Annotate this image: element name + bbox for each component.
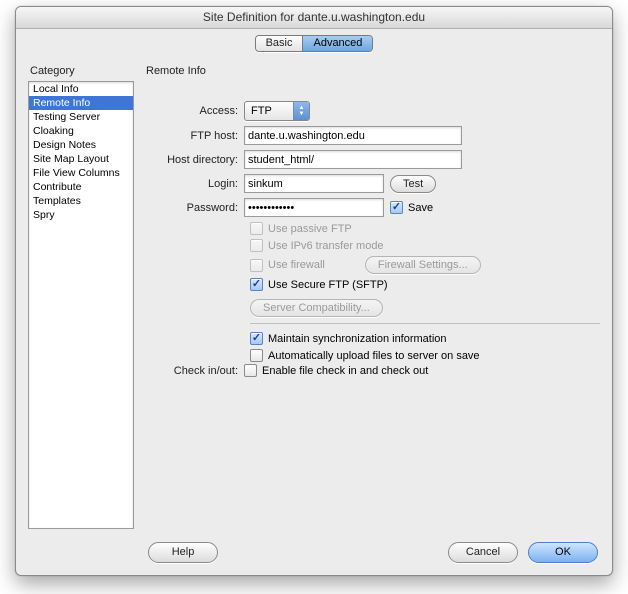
ftp-host-input[interactable] — [244, 126, 462, 145]
test-button[interactable]: Test — [390, 175, 436, 193]
use-sftp-label: Use Secure FTP (SFTP) — [268, 279, 388, 291]
panel-heading: Remote Info — [144, 63, 600, 81]
category-item[interactable]: Remote Info — [29, 96, 133, 110]
category-column: Category Local InfoRemote InfoTesting Se… — [28, 63, 134, 529]
host-directory-input[interactable] — [244, 150, 462, 169]
save-password-checkbox[interactable]: Save — [390, 201, 433, 214]
login-input[interactable] — [244, 174, 384, 193]
category-list[interactable]: Local InfoRemote InfoTesting ServerCloak… — [28, 81, 134, 529]
ipv6-checkbox: Use IPv6 transfer mode — [250, 239, 600, 252]
access-select-value: FTP — [245, 105, 293, 117]
label-ftp-host: FTP host: — [144, 130, 244, 142]
passive-ftp-checkbox: Use passive FTP — [250, 222, 600, 235]
passive-ftp-label: Use passive FTP — [268, 223, 352, 235]
use-firewall-checkbox: Use firewall — [250, 259, 325, 272]
save-password-label: Save — [408, 202, 433, 214]
firewall-settings-button: Firewall Settings... — [365, 256, 481, 274]
enable-checkinout-label: Enable file check in and check out — [262, 365, 428, 377]
label-password: Password: — [144, 202, 244, 214]
help-button[interactable]: Help — [148, 542, 218, 563]
button-bar: Help Cancel OK — [16, 529, 612, 575]
panel-column: Remote Info Access: FTP ▲▼ FTP host: — [144, 63, 600, 529]
use-firewall-label: Use firewall — [268, 259, 325, 271]
maintain-sync-checkbox[interactable]: Maintain synchronization information — [250, 332, 600, 345]
password-input[interactable] — [244, 198, 384, 217]
label-login: Login: — [144, 178, 244, 190]
ok-button[interactable]: OK — [528, 542, 598, 563]
category-item[interactable]: Design Notes — [29, 138, 133, 152]
server-compatibility-button: Server Compatibility... — [250, 299, 383, 317]
category-item[interactable]: Contribute — [29, 180, 133, 194]
use-sftp-checkbox[interactable]: Use Secure FTP (SFTP) — [250, 278, 600, 291]
label-access: Access: — [144, 105, 244, 117]
divider — [250, 323, 600, 324]
enable-checkinout-checkbox[interactable]: Enable file check in and check out — [244, 364, 428, 377]
category-item[interactable]: Site Map Layout — [29, 152, 133, 166]
access-select[interactable]: FTP ▲▼ — [244, 101, 310, 121]
tab-basic[interactable]: Basic — [256, 36, 303, 51]
select-arrows-icon: ▲▼ — [293, 102, 309, 120]
ipv6-label: Use IPv6 transfer mode — [268, 240, 384, 252]
dialog-body: Category Local InfoRemote InfoTesting Se… — [16, 57, 612, 529]
auto-upload-checkbox[interactable]: Automatically upload files to server on … — [250, 349, 600, 362]
auto-upload-label: Automatically upload files to server on … — [268, 350, 480, 362]
window-title: Site Definition for dante.u.washington.e… — [16, 7, 612, 29]
category-item[interactable]: Templates — [29, 194, 133, 208]
tab-segmented-control: Basic Advanced — [255, 35, 374, 52]
tab-bar: Basic Advanced — [16, 29, 612, 57]
category-item[interactable]: Spry — [29, 208, 133, 222]
category-item[interactable]: Local Info — [29, 82, 133, 96]
maintain-sync-label: Maintain synchronization information — [268, 333, 447, 345]
label-checkinout: Check in/out: — [144, 365, 244, 377]
cancel-button[interactable]: Cancel — [448, 542, 518, 563]
category-heading: Category — [28, 63, 134, 81]
category-item[interactable]: Cloaking — [29, 124, 133, 138]
tab-advanced[interactable]: Advanced — [302, 36, 372, 51]
category-item[interactable]: Testing Server — [29, 110, 133, 124]
dialog-window: Site Definition for dante.u.washington.e… — [15, 6, 613, 576]
form-area: Access: FTP ▲▼ FTP host: Host d — [144, 81, 600, 382]
category-item[interactable]: File View Columns — [29, 166, 133, 180]
label-host-dir: Host directory: — [144, 154, 244, 166]
